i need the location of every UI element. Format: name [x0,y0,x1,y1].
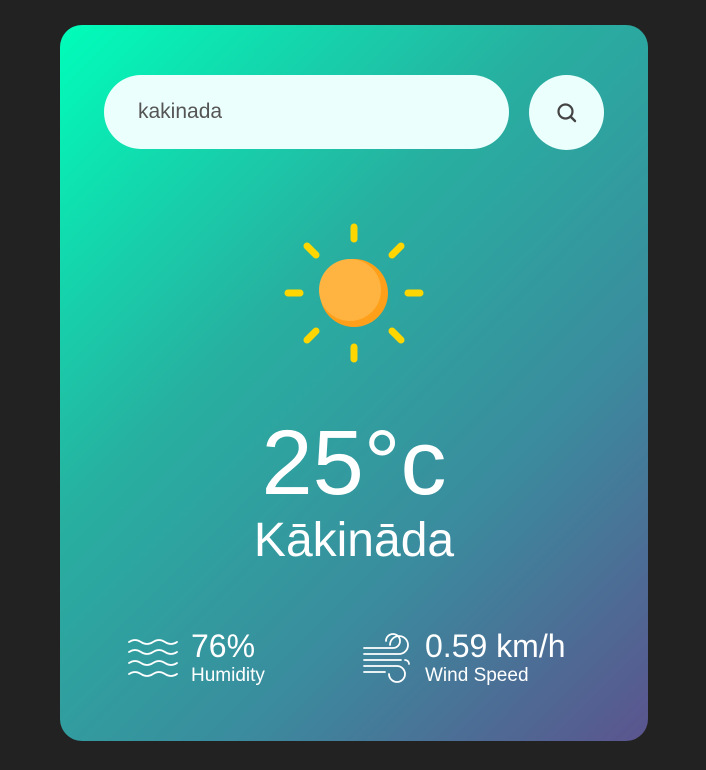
wind-value: 0.59 km/h [425,628,566,664]
wind-label: Wind Speed [425,665,529,686]
humidity-waves-icon [128,639,178,677]
sun-icon [284,223,424,363]
search-bar[interactable] [104,75,509,149]
humidity-label: Humidity [191,665,265,686]
city-name: Kākināda [253,514,455,567]
search-icon [556,102,576,122]
temperature: 25°c [261,412,447,514]
search-input[interactable] [136,99,509,125]
search-button[interactable] [529,75,604,150]
humidity-detail: 76% Humidity [127,629,265,687]
wind-detail: 0.59 km/h Wind Speed [361,629,566,687]
humidity-value: 76% [191,628,256,664]
wind-icon [363,633,410,683]
weather-card: 25°c Kākināda 76% Humidity [60,25,648,741]
